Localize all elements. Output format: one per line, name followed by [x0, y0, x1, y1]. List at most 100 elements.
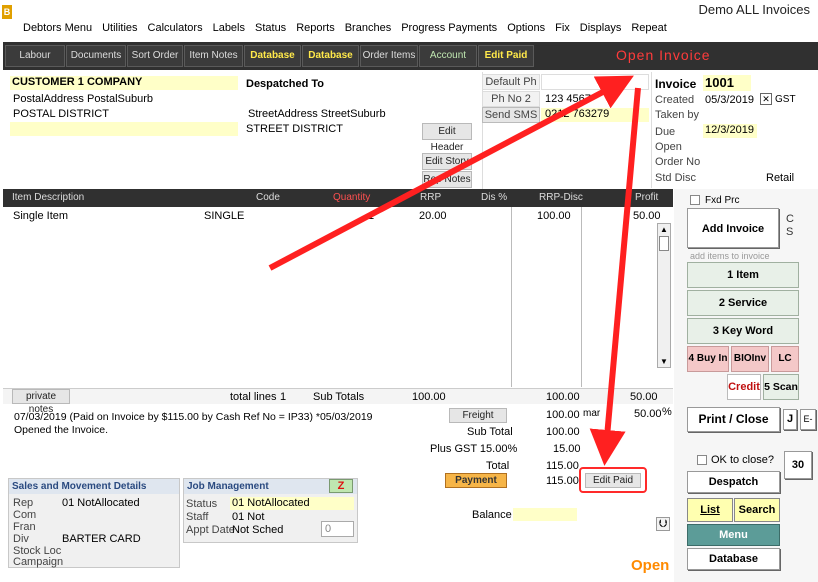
private-notes-button[interactable]: private notes: [12, 389, 70, 415]
credit-button[interactable]: Credit: [727, 374, 761, 400]
appt-count-field[interactable]: 0: [321, 521, 354, 537]
gst-amount-label: Plus GST 15.00%: [430, 443, 518, 455]
col-disc: Dis %: [481, 192, 508, 203]
default-ph-field[interactable]: [541, 74, 649, 90]
scroll-down-icon[interactable]: ▼: [658, 356, 670, 367]
div-value[interactable]: BARTER CARD: [62, 533, 141, 545]
div-label: Div: [13, 533, 29, 545]
database-button-2[interactable]: Database: [302, 45, 359, 67]
bioinv-button[interactable]: BIOInv: [731, 346, 769, 372]
documents-button[interactable]: Documents: [66, 45, 126, 67]
fxd-prc-label: Fxd Prc: [705, 195, 740, 206]
list-button[interactable]: List: [687, 498, 733, 522]
edit-header-button[interactable]: Edit Header: [422, 123, 472, 153]
rep-value[interactable]: 01 NotAllocated: [62, 497, 140, 509]
edit-paid-toolbar-button[interactable]: Edit Paid: [478, 45, 534, 67]
table-row[interactable]: Single Item SINGLE 1 20.00 100.00 50.00: [3, 207, 661, 223]
account-button[interactable]: Account: [419, 45, 477, 67]
sort-order-button[interactable]: Sort Order: [127, 45, 183, 67]
menu-branches[interactable]: Branches: [340, 21, 396, 35]
menu-utilities[interactable]: Utilities: [97, 21, 142, 35]
postal-address-line2: POSTAL DISTRICT: [13, 108, 109, 120]
col-code: Code: [256, 192, 280, 203]
scroll-up-icon[interactable]: ▲: [658, 224, 670, 235]
print-close-button[interactable]: Print / Close: [687, 407, 780, 432]
staff-value[interactable]: 01 Not: [232, 511, 264, 523]
z-button[interactable]: Z: [329, 479, 353, 493]
scrollbar[interactable]: ▲ ▼: [657, 223, 671, 368]
menu-fix[interactable]: Fix: [550, 21, 575, 35]
labour-button[interactable]: Labour: [5, 45, 65, 67]
order-no-label: Order No: [655, 156, 701, 168]
appt-date-value[interactable]: Not Sched: [232, 524, 283, 536]
log-line-2: Opened the Invoice.: [14, 424, 108, 436]
invoice-number[interactable]: 1001: [703, 75, 751, 91]
add-invoice-button[interactable]: Add Invoice: [687, 208, 779, 248]
item-notes-button[interactable]: Item Notes: [184, 45, 243, 67]
search-button[interactable]: Search: [734, 498, 780, 522]
menu-calculators[interactable]: Calculators: [143, 21, 208, 35]
gst-label: GST: [775, 94, 796, 105]
menu-options[interactable]: Options: [502, 21, 550, 35]
ph-no2-value[interactable]: 123 4567: [545, 93, 591, 105]
thirty-button[interactable]: 30: [784, 451, 812, 479]
order-items-button[interactable]: Order Items: [360, 45, 418, 67]
freight-button[interactable]: Freight: [449, 408, 507, 423]
sales-panel-title: Sales and Movement Details: [12, 481, 147, 492]
edit-paid-button[interactable]: Edit Paid: [585, 473, 641, 488]
balance-value: [513, 508, 577, 521]
scroll-thumb[interactable]: [659, 236, 669, 251]
payment-button[interactable]: Payment: [445, 473, 507, 488]
scan-button[interactable]: 5 Scan: [763, 374, 799, 400]
key-word-button[interactable]: 3 Key Word: [687, 318, 799, 344]
row-code: SINGLE: [204, 210, 245, 222]
log-line-1: 07/03/2019 (Paid on Invoice by $115.00 b…: [14, 411, 373, 423]
fxd-prc-checkbox[interactable]: [690, 195, 700, 205]
despatched-to-label: Despatched To: [246, 78, 325, 90]
menu-button[interactable]: Menu: [687, 524, 780, 546]
job-status-value[interactable]: 01 NotAllocated: [230, 497, 354, 510]
sms-number-field[interactable]: 0212 763279: [541, 108, 649, 122]
j-button[interactable]: J: [783, 409, 797, 430]
lc-button[interactable]: LC: [771, 346, 799, 372]
balance-label: Balance: [472, 509, 512, 521]
menu-progress-payments[interactable]: Progress Payments: [396, 21, 502, 35]
created-date[interactable]: 05/3/2019: [705, 94, 754, 106]
customer-name[interactable]: CUSTOMER 1 COMPANY: [10, 76, 238, 90]
database-button-1[interactable]: Database: [244, 45, 301, 67]
created-label: Created: [655, 94, 695, 106]
buy-in-button[interactable]: 4 Buy In: [687, 346, 729, 372]
postal-address-line1: PostalAddress PostalSuburb: [13, 93, 154, 105]
margin-value: 50.00: [634, 408, 662, 420]
add-items-hint: add items to invoice: [690, 251, 770, 261]
e-button[interactable]: E-: [800, 409, 816, 430]
due-date[interactable]: 12/3/2019: [703, 124, 757, 138]
edit-story-button[interactable]: Edit Story: [422, 153, 472, 170]
menu-displays[interactable]: Displays: [575, 21, 627, 35]
menu-debtors[interactable]: Debtors Menu: [18, 21, 97, 35]
gst-checkbox-icon[interactable]: ✕: [760, 93, 772, 105]
down-arrow-icon[interactable]: ⮋: [656, 517, 670, 531]
divider: [581, 207, 582, 387]
window-title: Demo ALL Invoices: [698, 2, 810, 17]
sub-total-value: 100.00: [546, 426, 580, 438]
menu-status[interactable]: Status: [250, 21, 291, 35]
ok-to-close-checkbox[interactable]: [697, 455, 707, 465]
database-button[interactable]: Database: [687, 548, 780, 570]
despatch-button[interactable]: Despatch: [687, 471, 780, 493]
street-address-line2: STREET DISTRICT: [246, 123, 343, 135]
menu-repeat[interactable]: Repeat: [626, 21, 671, 35]
freight-value[interactable]: 100.00: [546, 409, 580, 421]
std-disc-value[interactable]: Retail: [766, 172, 794, 184]
col-rrp: RRP: [420, 192, 442, 203]
customer-extra-field[interactable]: [10, 122, 238, 136]
invoice-label: Invoice: [655, 77, 697, 91]
std-disc-label: Std Disc: [655, 172, 696, 184]
menu-reports[interactable]: Reports: [291, 21, 340, 35]
rep-notes-button[interactable]: Rep Notes: [422, 171, 472, 188]
divider: [511, 207, 512, 387]
menu-labels[interactable]: Labels: [208, 21, 250, 35]
send-sms-button[interactable]: Send SMS: [482, 107, 540, 123]
item-button[interactable]: 1 Item: [687, 262, 799, 288]
service-button[interactable]: 2 Service: [687, 290, 799, 316]
